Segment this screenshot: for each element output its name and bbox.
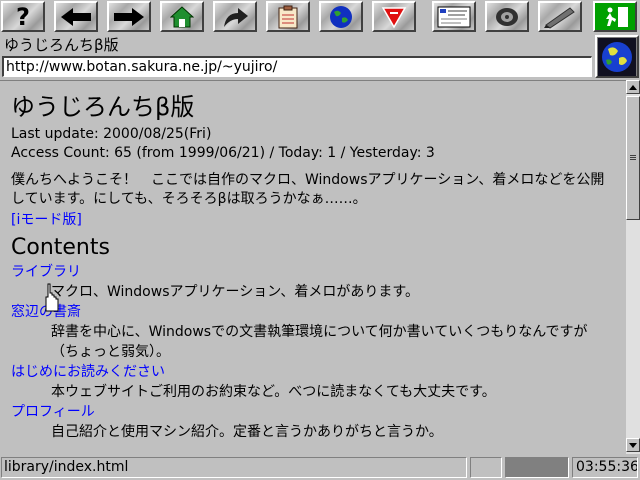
library-description: マクロ、Windowsアプリケーション、着メロがあります。 <box>51 284 419 300</box>
exit-icon <box>606 6 628 27</box>
last-update-text: Last update: 2000/08/25(Fri) <box>11 126 212 142</box>
arrow-down-icon <box>629 442 637 448</box>
document-preview-icon <box>437 6 471 27</box>
status-progress-bar <box>505 457 569 478</box>
imode-link[interactable]: [iモード版] <box>11 211 82 230</box>
reload-button[interactable] <box>213 1 257 32</box>
read-first-description: 本ウェブサイトご利用のお約束など。べつに読まなくても大丈夫です。 <box>51 384 496 400</box>
forward-button[interactable] <box>107 1 151 32</box>
contents-heading: Contents <box>11 235 110 260</box>
scroll-up-button[interactable] <box>626 80 640 94</box>
hand-cursor-icon <box>45 283 59 312</box>
toolbar: ? <box>0 0 640 34</box>
home-button[interactable] <box>160 1 204 32</box>
library-link[interactable]: ライブラリ <box>11 262 623 282</box>
status-bar: library/index.html 03:55:36 <box>0 455 640 480</box>
back-arrow-icon <box>61 7 91 26</box>
site-globe-button[interactable] <box>595 35 639 78</box>
scroll-down-button[interactable] <box>626 438 640 452</box>
arrow-up-icon <box>629 84 637 90</box>
study-link[interactable]: 窓辺の書斎 <box>11 302 623 322</box>
reload-icon <box>224 7 248 27</box>
profile-description: 自己紹介と使用マシン紹介。定番と言うかありがちと言うか。 <box>51 424 443 440</box>
scroll-thumb[interactable] <box>626 96 640 220</box>
bookmarks-icon <box>278 5 298 28</box>
telephone-button[interactable] <box>485 1 529 32</box>
profile-link[interactable]: プロフィール <box>11 402 623 422</box>
stop-sign-icon <box>381 6 407 28</box>
globe-icon <box>330 5 352 28</box>
status-cell-blank <box>470 457 502 478</box>
pen-icon <box>544 6 575 29</box>
page-title: ゆうじろんちβ版 <box>4 36 119 54</box>
help-button[interactable]: ? <box>1 1 45 32</box>
exit-button[interactable] <box>593 1 637 32</box>
stop-button[interactable] <box>372 1 416 32</box>
study-description: 辞書を中心に、Windowsでの文書執筆環境について何か書いていくつもりなんです… <box>51 324 588 360</box>
help-icon: ? <box>16 2 30 31</box>
vertical-scrollbar[interactable] <box>626 80 640 454</box>
forward-arrow-icon <box>114 7 144 26</box>
page-heading: ゆうじろんちβ版 <box>11 93 195 121</box>
status-link-target: library/index.html <box>1 457 467 478</box>
read-first-link[interactable]: はじめにお読みください <box>11 362 623 382</box>
url-field[interactable] <box>2 56 592 77</box>
globe-icon <box>598 37 636 76</box>
telephone-icon <box>496 7 518 26</box>
page-preview-button[interactable] <box>432 1 476 32</box>
globe-button[interactable] <box>319 1 363 32</box>
bookmarks-button[interactable] <box>266 1 310 32</box>
welcome-paragraph: 僕んちへようこそ！ ここでは自作のマクロ、Windowsアプリケーション、着メロ… <box>11 172 605 207</box>
access-count-text: Access Count: 65 (from 1999/06/21) / Tod… <box>11 145 435 161</box>
back-button[interactable] <box>54 1 98 32</box>
edit-button[interactable] <box>538 1 582 32</box>
page-content: ゆうじろんちβ版 Last update: 2000/08/25(Fri) Ac… <box>0 80 626 454</box>
status-clock: 03:55:36 <box>572 457 638 478</box>
home-icon <box>170 5 194 27</box>
